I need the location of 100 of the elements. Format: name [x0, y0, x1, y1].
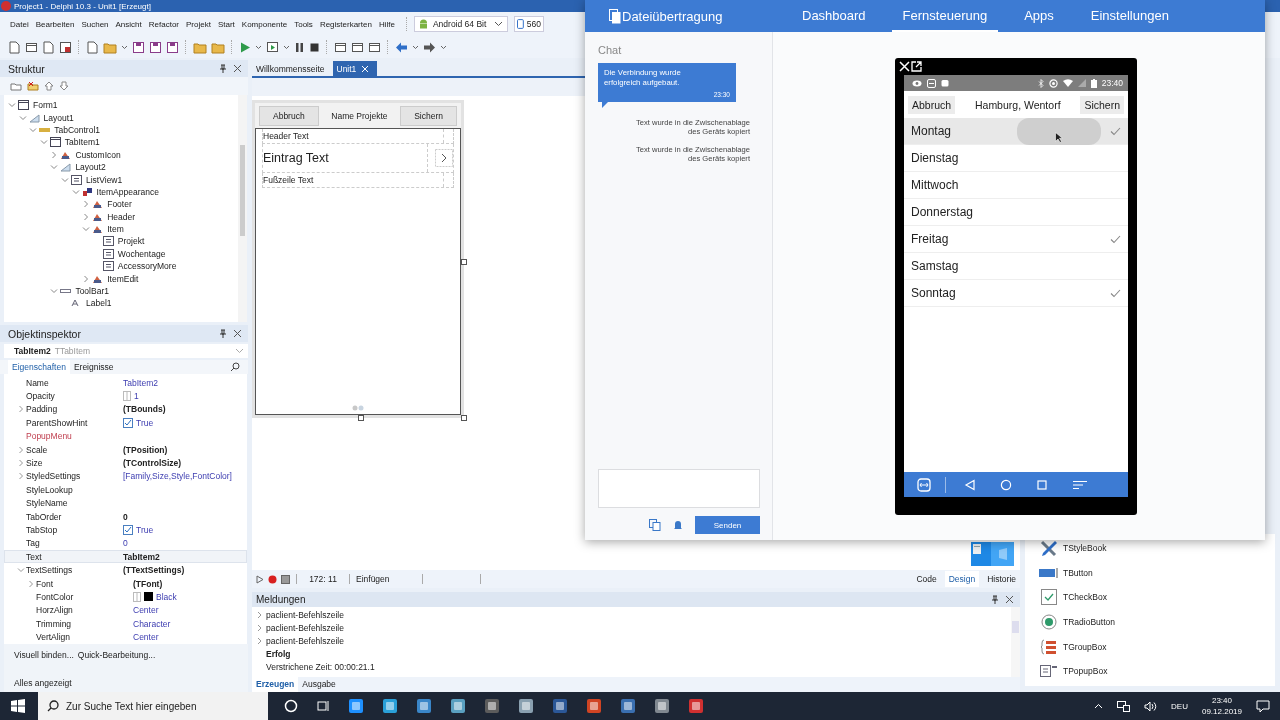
folder-icon[interactable] [103, 40, 117, 54]
up-arrow-icon[interactable] [44, 81, 54, 91]
list-item[interactable]: Sonntag [904, 280, 1128, 307]
app-icon[interactable] [416, 698, 432, 714]
menu-item[interactable]: Suchen [81, 19, 112, 29]
list-item[interactable]: Freitag [904, 226, 1128, 253]
menu-item[interactable]: Ansicht [115, 19, 145, 29]
palette-item[interactable]: TPopupBox [1039, 658, 1275, 684]
view-tab[interactable]: Historie [983, 571, 1020, 587]
menu-item[interactable]: Start [217, 19, 238, 29]
property-row[interactable]: Font (TFont) [4, 576, 247, 591]
property-value[interactable]: (TFont) [133, 578, 163, 589]
property-row[interactable]: Tag 0 [4, 536, 247, 551]
bell-icon[interactable] [672, 519, 684, 531]
tree-item[interactable]: AccessoryMore [117, 261, 177, 272]
back-arrow-icon[interactable] [395, 40, 408, 54]
property-row[interactable]: ParentShowHint True [4, 416, 247, 430]
property-row[interactable]: FontColor Black [4, 590, 247, 604]
app-icon[interactable] [348, 698, 364, 714]
tree-item[interactable]: Form1 [33, 100, 58, 111]
property-row[interactable]: PopupMenu [4, 429, 247, 443]
menu-icon[interactable] [1072, 478, 1088, 491]
window-icon[interactable] [334, 40, 347, 54]
palette-item[interactable]: TRadioButton [1039, 609, 1275, 635]
close-icon[interactable] [233, 329, 242, 338]
tree-item[interactable]: Header [107, 211, 136, 222]
windows-logo-icon[interactable] [11, 699, 25, 713]
checkbox[interactable] [123, 525, 133, 535]
menu-item[interactable]: Refactor [148, 19, 182, 29]
popout-icon[interactable] [911, 61, 922, 72]
pin-icon[interactable] [219, 64, 227, 73]
property-row[interactable]: StyledSettings [Family,Size,Style,FontColor] [4, 469, 247, 484]
clock[interactable]: 23:40 09.12.2019 [1201, 696, 1242, 716]
menu-item[interactable]: Bearbeiten [35, 19, 78, 29]
form-frame[interactable]: Abbruch Name Projekte Sichern Header Text Eintrag Text Fußzeile Text [252, 100, 464, 418]
resize-handle[interactable] [461, 259, 467, 265]
editor-tab[interactable]: Unit1 [332, 61, 378, 76]
structure-tree[interactable]: Form1 Layout1 TabControl1 TabItem1 CustomIcon Layout2 ListView1 ItemAppearance Footer Header Item Projekt Wochentage AccessoryMore ItemEdit ToolBar1 Label1 [4, 95, 247, 322]
tab[interactable]: Ausgabe [298, 677, 340, 692]
menu-item[interactable]: Projekt [186, 19, 214, 29]
app-icon[interactable] [586, 698, 602, 714]
list-item[interactable]: Dienstag [904, 145, 1128, 172]
checkbox[interactable] [123, 417, 133, 428]
close-icon[interactable] [1005, 595, 1014, 604]
property-row[interactable]: Size (TControlSize) [4, 456, 247, 470]
app-icon[interactable] [688, 698, 704, 714]
tree-item[interactable]: ListView1 [86, 174, 123, 185]
object-selector[interactable]: TabItem2 TTabItem [4, 344, 248, 358]
view-tab[interactable]: Design [944, 571, 980, 587]
property-row[interactable]: Padding (TBounds) [4, 402, 247, 417]
tree-item[interactable]: CustomIcon [75, 149, 121, 160]
run-icon[interactable] [239, 40, 251, 54]
menu-item[interactable]: Komponente [241, 19, 291, 29]
save-button[interactable]: Sichern [1080, 95, 1124, 114]
menu-item[interactable]: Hilfe [378, 19, 398, 29]
app-icon[interactable] [484, 698, 500, 714]
property-value[interactable]: 0 [123, 511, 128, 522]
window-icon[interactable] [351, 40, 364, 54]
property-row[interactable]: Scale (TPosition) [4, 442, 247, 457]
app-icon[interactable] [654, 698, 670, 714]
tree-item[interactable]: Label1 [86, 298, 112, 309]
add-folder-icon[interactable] [10, 81, 22, 91]
property-row[interactable]: Name TabItem2 [4, 376, 247, 390]
device-dropdown[interactable]: 560 [513, 16, 544, 32]
property-value[interactable]: (TPosition) [123, 444, 168, 455]
scrollbar[interactable] [1011, 607, 1020, 677]
tree-item[interactable]: Layout2 [75, 162, 106, 173]
nav-tab[interactable]: Fernsteuerung [891, 0, 999, 32]
property-row[interactable]: Opacity 1 [4, 389, 247, 403]
folder-icon[interactable] [193, 40, 207, 54]
message-input[interactable] [598, 469, 760, 508]
nav-tab[interactable]: Apps [1013, 0, 1065, 32]
platform-dropdown[interactable]: Android 64 Bit [413, 16, 508, 32]
back-icon[interactable] [964, 478, 976, 491]
speaker-icon[interactable] [1144, 700, 1158, 712]
list-item[interactable]: Mittwoch [904, 172, 1128, 199]
view-tab[interactable]: Code [912, 571, 941, 587]
send-button[interactable]: Senden [695, 516, 760, 534]
document-icon[interactable] [8, 40, 21, 54]
search-field[interactable]: Zur Suche Text hier eingeben [38, 692, 268, 720]
list-item[interactable]: Montag [904, 118, 1128, 145]
app-icon[interactable] [450, 698, 466, 714]
property-row[interactable]: TextSettings (TTextSettings) [4, 563, 247, 577]
delete-folder-icon[interactable] [27, 81, 39, 91]
link[interactable]: Visuell binden... [14, 650, 74, 660]
palette-item[interactable]: TButton [1039, 560, 1275, 586]
property-row[interactable]: HorzAlign Center [4, 603, 247, 618]
menu-item[interactable]: Tools [294, 19, 316, 29]
app-icon[interactable] [552, 698, 568, 714]
chevron-up-icon[interactable] [1094, 703, 1104, 709]
property-value[interactable]: Center [133, 605, 159, 616]
nav-tab[interactable]: Dashboard [791, 0, 877, 32]
property-value[interactable]: True [136, 525, 154, 535]
property-value[interactable]: (TTextSettings) [123, 565, 185, 576]
palette-item[interactable]: TStyleBook [1039, 536, 1275, 561]
property-value[interactable]: 1 [134, 391, 139, 402]
tab[interactable]: Erzeugen [252, 677, 299, 692]
save-icon[interactable] [132, 40, 145, 54]
notification-icon[interactable] [1256, 699, 1270, 713]
app-icon[interactable] [620, 698, 636, 714]
